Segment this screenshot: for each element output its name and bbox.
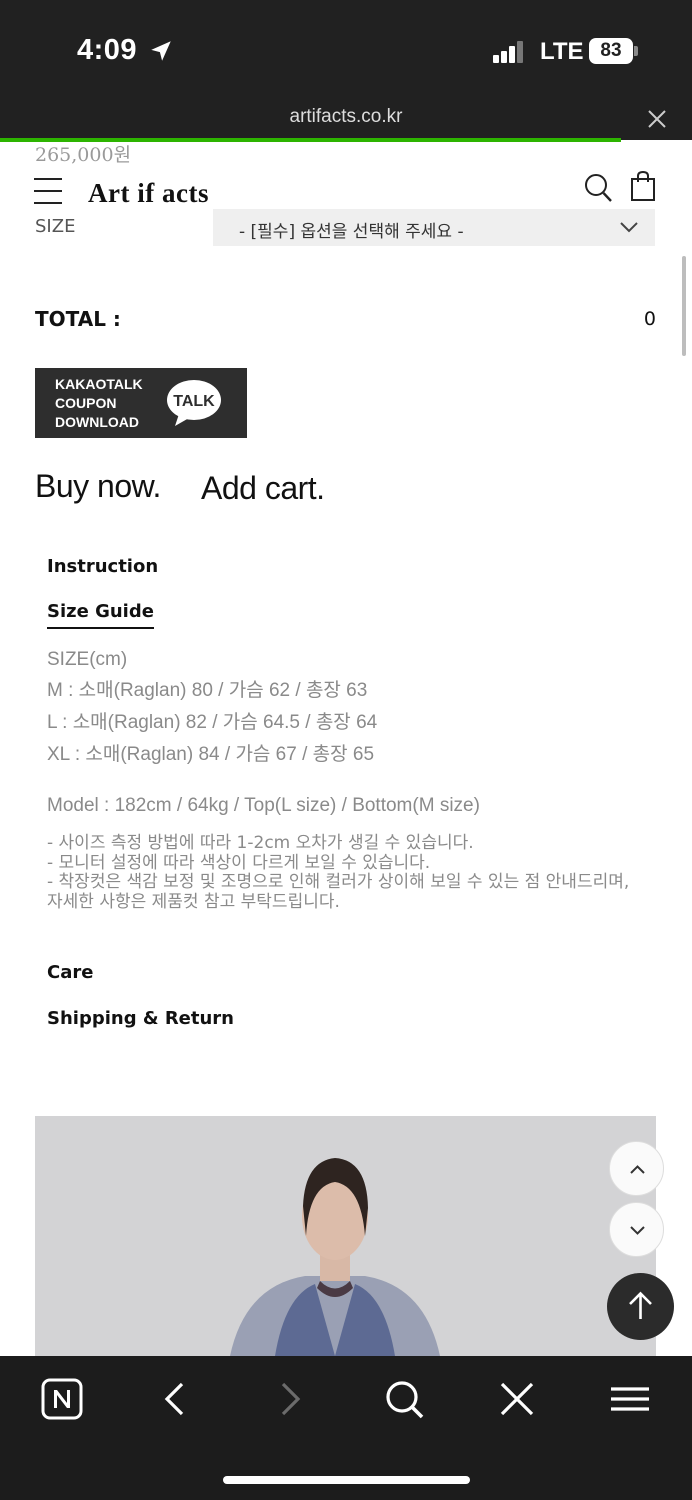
- more-menu-icon[interactable]: [608, 1377, 652, 1421]
- back-icon[interactable]: [153, 1377, 197, 1421]
- chevron-down-icon: [620, 222, 638, 233]
- note-item: - 착장컷은 색감 보정 및 조명으로 인해 컬러가 상이해 보일 수 있는 점…: [47, 872, 630, 912]
- search-icon[interactable]: [382, 1377, 426, 1421]
- status-bar: 4:09 LTE 83: [0, 0, 692, 96]
- battery-tip: [634, 46, 638, 56]
- size-option-label: SIZE: [35, 216, 76, 237]
- buy-now-button[interactable]: Buy now.: [35, 468, 161, 505]
- search-icon[interactable]: [583, 172, 613, 204]
- naver-home-icon[interactable]: [40, 1377, 84, 1421]
- total-value: 0: [643, 308, 656, 330]
- site-logo[interactable]: Art if acts: [88, 178, 209, 209]
- scroll-up-button[interactable]: [609, 1141, 664, 1196]
- size-row: L : 소매(Raglan) 82 / 가슴 64.5 / 총장 64: [47, 712, 378, 733]
- shopping-bag-icon[interactable]: [630, 170, 656, 202]
- scroll-down-button[interactable]: [609, 1202, 664, 1257]
- model-info: Model : 182cm / 64kg / Top(L size) / Bot…: [47, 795, 480, 816]
- close-icon[interactable]: [646, 108, 668, 130]
- hamburger-menu-icon[interactable]: [34, 176, 62, 206]
- note-item: - 모니터 설정에 따라 색상이 다르게 보일 수 있습니다.: [47, 852, 431, 873]
- scrollbar[interactable]: [682, 256, 686, 356]
- kakao-coupon-download-button[interactable]: KAKAOTALK COUPON DOWNLOAD TALK: [35, 368, 247, 438]
- product-price: 265,000원: [35, 144, 132, 166]
- size-select-value: - [필수] 옵션을 선택해 주세요 -: [239, 222, 464, 242]
- tab-shipping-return[interactable]: Shipping & Return: [47, 1008, 234, 1029]
- size-row: XL : 소매(Raglan) 84 / 가슴 67 / 총장 65: [47, 744, 375, 765]
- url-text[interactable]: artifacts.co.kr: [0, 106, 692, 128]
- size-guide-title: SIZE(cm): [47, 649, 128, 670]
- product-photo: [35, 1116, 656, 1356]
- chevron-down-icon: [630, 1226, 645, 1235]
- chevron-up-icon: [630, 1165, 645, 1174]
- close-icon[interactable]: [495, 1377, 539, 1421]
- note-item: - 사이즈 측정 방법에 따라 1-2cm 오차가 생길 수 있습니다.: [47, 833, 474, 853]
- url-bar[interactable]: artifacts.co.kr: [0, 96, 692, 140]
- home-indicator: [223, 1476, 470, 1484]
- signal-icon: [493, 41, 525, 63]
- total-label: TOTAL :: [35, 307, 121, 331]
- size-select[interactable]: - [필수] 옵션을 선택해 주세요 -: [213, 209, 655, 246]
- browser-toolbar: [0, 1356, 692, 1500]
- network-type: LTE: [540, 38, 584, 65]
- tab-size-guide[interactable]: Size Guide: [47, 601, 154, 629]
- svg-text:TALK: TALK: [173, 393, 215, 410]
- size-notes: - 사이즈 측정 방법에 따라 1-2cm 오차가 생길 수 있습니다. - 모…: [47, 833, 647, 912]
- add-cart-button[interactable]: Add cart.: [201, 470, 325, 507]
- status-time: 4:09: [77, 34, 138, 66]
- tab-care[interactable]: Care: [47, 962, 93, 983]
- location-arrow-icon: [151, 41, 171, 61]
- kakaotalk-icon: TALK: [167, 380, 221, 426]
- model-photo-illustration: [35, 1116, 656, 1356]
- battery-icon: 83: [589, 38, 633, 64]
- scroll-to-top-button[interactable]: [607, 1273, 674, 1340]
- arrow-up-icon: [629, 1291, 652, 1319]
- kakao-coupon-text: KAKAOTALK COUPON DOWNLOAD: [55, 376, 143, 430]
- forward-icon[interactable]: [268, 1377, 312, 1421]
- tab-instruction[interactable]: Instruction: [47, 556, 158, 577]
- size-row: M : 소매(Raglan) 80 / 가슴 62 / 총장 63: [47, 680, 368, 701]
